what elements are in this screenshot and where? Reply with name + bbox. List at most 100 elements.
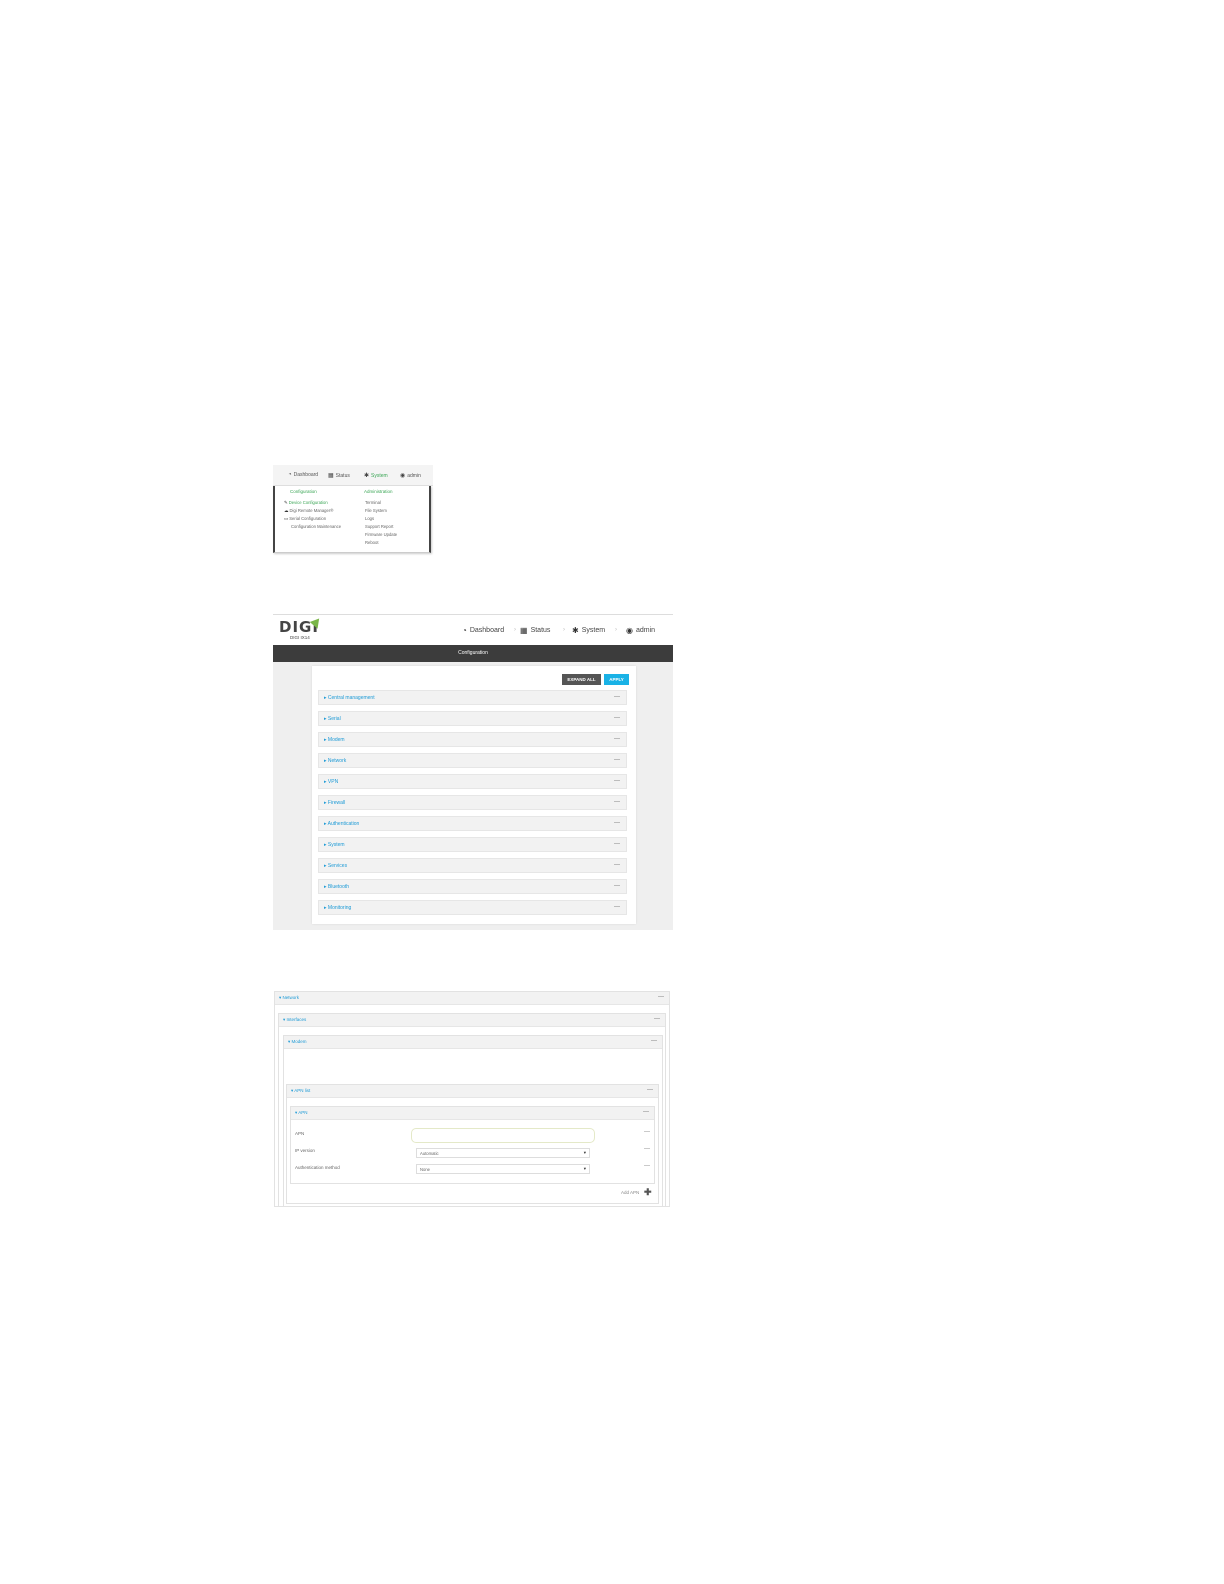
logo-mark-icon [309, 618, 323, 631]
device-model: DIGI IX14 [290, 635, 310, 640]
nav-separator: › [514, 627, 516, 633]
menu-item-reboot[interactable]: Reboot [365, 540, 379, 545]
dashboard-icon: ◔ [462, 626, 467, 635]
menu-item-file-system[interactable]: File System [365, 508, 387, 513]
caret-down-icon: ▾ [583, 1150, 586, 1155]
apn-list-screenshot: ▾ Network — ▾ Interfaces — ▾ Modem — ▾ A… [274, 991, 670, 1207]
nav-admin[interactable]: ◉ admin [626, 626, 655, 635]
apn-input[interactable] [411, 1128, 595, 1143]
section-vpn[interactable]: ▸ VPN — [318, 774, 627, 789]
system-dropdown-menu: Configuration Administration ✎Device Con… [273, 486, 431, 553]
collapse-icon[interactable]: — [614, 799, 620, 805]
plus-icon[interactable]: ✚ [644, 1187, 652, 1198]
collapse-icon[interactable]: — [647, 1087, 653, 1093]
section-label: ▸ Services [324, 863, 348, 869]
menu-item-serial-configuration[interactable]: ▭Serial Configuration [284, 516, 326, 522]
section-monitoring[interactable]: ▸ Monitoring — [318, 900, 627, 915]
user-icon: ◉ [400, 473, 406, 479]
dashboard-icon: ◔ [288, 472, 292, 478]
nav-dashboard[interactable]: ◔ Dashboard [288, 472, 318, 478]
expand-all-button[interactable]: EXPAND ALL [562, 674, 601, 685]
apn-entry-header[interactable]: ▾ APN — [291, 1107, 654, 1120]
remove-icon[interactable]: — [644, 1163, 650, 1169]
remove-icon[interactable]: — [644, 1146, 650, 1152]
menu-item-support-report[interactable]: Support Report [365, 524, 393, 529]
app-header: DIGI DIGI IX14 ◔ Dashboard › ▦ Status › … [273, 615, 673, 645]
menu-item-logs[interactable]: Logs [365, 516, 374, 521]
section-label: ▸ Modem [324, 737, 345, 743]
menu-item-configuration-maintenance[interactable]: Configuration Maintenance [291, 524, 341, 529]
caret-down-icon: ▾ [583, 1166, 586, 1171]
collapse-icon[interactable]: — [614, 694, 620, 700]
nav-system[interactable]: ✱ System [572, 626, 605, 635]
section-label: ▸ VPN [324, 779, 339, 785]
collapse-icon[interactable]: — [614, 862, 620, 868]
collapse-icon[interactable]: — [614, 736, 620, 742]
section-label: ▸ Serial [324, 716, 341, 722]
network-header[interactable]: ▾ Network — [275, 992, 669, 1005]
nav-separator: › [563, 627, 565, 633]
section-label: ▸ Central management [324, 695, 375, 701]
section-label: ▸ Monitoring [324, 905, 352, 911]
grid-icon: ▦ [520, 626, 528, 635]
section-label: ▸ Bluetooth [324, 884, 350, 890]
collapse-icon[interactable]: — [658, 994, 664, 1000]
auth-method-select[interactable]: None ▾ [416, 1164, 590, 1174]
system-menu-screenshot: ◔ Dashboard ▦ Status ✱ System ◉ admin Co… [273, 465, 433, 555]
menu-item-terminal[interactable]: Terminal [365, 500, 381, 505]
collapse-icon[interactable]: — [614, 715, 620, 721]
nav-separator: › [615, 627, 617, 633]
collapse-icon[interactable]: — [651, 1038, 657, 1044]
section-services[interactable]: ▸ Services — [318, 858, 627, 873]
cloud-icon: ☁ [284, 508, 289, 513]
section-bluetooth[interactable]: ▸ Bluetooth — [318, 879, 627, 894]
section-authentication[interactable]: ▸ Authentication — [318, 816, 627, 831]
section-label: ▸ Firewall [324, 800, 346, 806]
grid-icon: ▦ [328, 473, 334, 479]
configuration-heading: Configuration [290, 489, 317, 494]
ip-version-select[interactable]: Automatic ▾ [416, 1148, 590, 1158]
section-system[interactable]: ▸ System — [318, 837, 627, 852]
gear-icon: ✱ [572, 626, 579, 635]
modem-header[interactable]: ▾ Modem — [284, 1036, 662, 1049]
collapse-icon[interactable]: — [614, 757, 620, 763]
collapse-icon[interactable]: — [614, 820, 620, 826]
administration-heading: Administration [364, 489, 393, 494]
section-label: ▸ System [324, 842, 345, 848]
section-firewall[interactable]: ▸ Firewall — [318, 795, 627, 810]
top-nav-bar: ◔ Dashboard ▦ Status ✱ System ◉ admin [273, 465, 433, 486]
section-label: ▸ Authentication [324, 821, 360, 827]
collapse-icon[interactable]: — [643, 1109, 649, 1115]
pencil-icon: ✎ [284, 500, 288, 505]
nav-system[interactable]: ✱ System [364, 472, 388, 480]
section-label: ▸ Network [324, 758, 347, 764]
section-network[interactable]: ▸ Network — [318, 753, 627, 768]
section-central-management[interactable]: ▸ Central management — [318, 690, 627, 705]
serial-port-icon: ▭ [284, 516, 289, 521]
collapse-icon[interactable]: — [614, 778, 620, 784]
ip-version-label: IP version [295, 1148, 315, 1153]
collapse-icon[interactable]: — [614, 883, 620, 889]
nav-status[interactable]: ▦ Status [328, 472, 350, 480]
interfaces-header[interactable]: ▾ Interfaces — [279, 1014, 665, 1027]
apn-list-header[interactable]: ▾ APN list — [287, 1085, 658, 1098]
menu-item-firmware-update[interactable]: Firmware Update [365, 532, 397, 537]
collapse-icon[interactable]: — [614, 904, 620, 910]
section-serial[interactable]: ▸ Serial — [318, 711, 627, 726]
configuration-page-screenshot: DIGI DIGI IX14 ◔ Dashboard › ▦ Status › … [273, 614, 673, 930]
nav-admin[interactable]: ◉ admin [400, 472, 421, 480]
apn-field-label: APN [295, 1131, 305, 1136]
apply-button[interactable]: APPLY [604, 674, 629, 685]
remove-icon[interactable]: — [644, 1129, 650, 1135]
gear-icon: ✱ [364, 473, 370, 479]
menu-item-remote-manager[interactable]: ☁Digi Remote Manager® [284, 508, 333, 514]
nav-dashboard[interactable]: ◔ Dashboard [462, 626, 504, 635]
auth-method-label: Authentication method [295, 1165, 340, 1170]
section-modem[interactable]: ▸ Modem — [318, 732, 627, 747]
nav-status[interactable]: ▦ Status [520, 626, 550, 635]
add-apn-label[interactable]: Add APN [621, 1190, 639, 1195]
collapse-icon[interactable]: — [614, 841, 620, 847]
page-title: Configuration [273, 645, 673, 662]
menu-item-device-configuration[interactable]: ✎Device Configuration [284, 500, 328, 506]
collapse-icon[interactable]: — [654, 1016, 660, 1022]
